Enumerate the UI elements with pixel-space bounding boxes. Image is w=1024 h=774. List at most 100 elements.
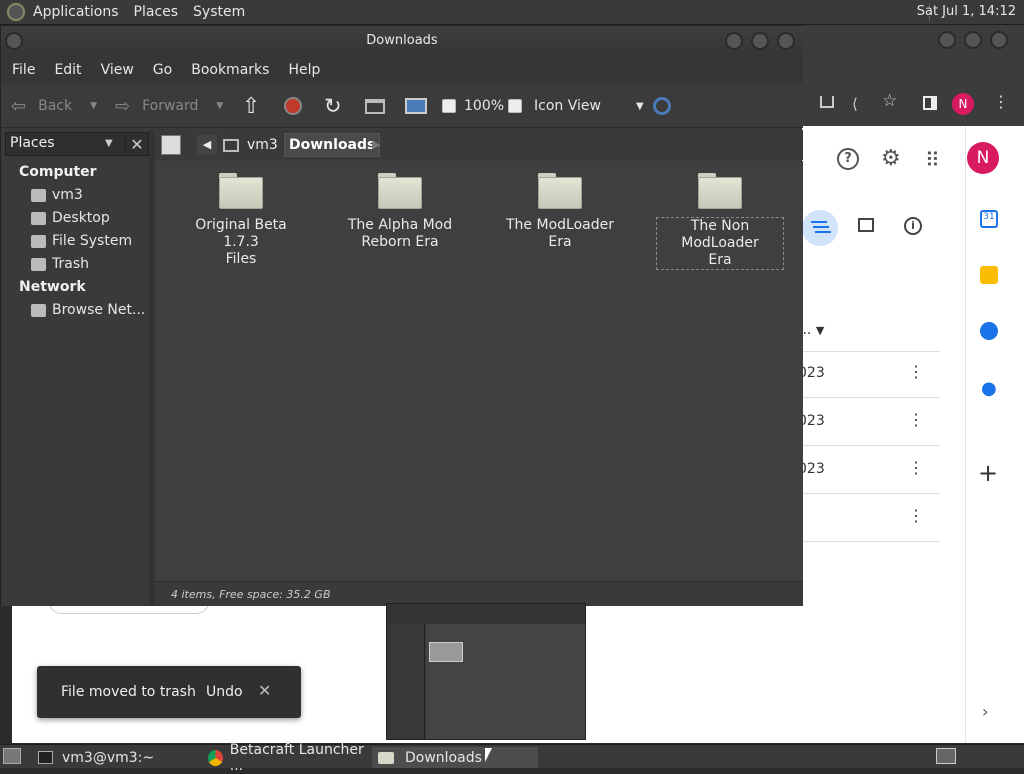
drive-icon xyxy=(31,234,46,248)
path-button-downloads[interactable]: Downloads xyxy=(284,133,381,157)
sidebar-item-label: File System xyxy=(52,233,133,249)
back-dropdown-icon[interactable]: ▼ xyxy=(90,101,97,111)
folder-item[interactable]: Original Beta 1.7.3 Files xyxy=(176,173,306,268)
row-menu-icon[interactable]: ⋮ xyxy=(908,458,924,477)
places-menu[interactable]: Places xyxy=(134,4,179,20)
filter-button[interactable] xyxy=(802,210,838,246)
keep-icon[interactable] xyxy=(980,266,998,284)
view-mode-dropdown-icon: ▼ xyxy=(635,100,644,112)
folder-name: Original Beta 1.7.3 xyxy=(195,217,287,250)
sidebar-heading-computer: Computer xyxy=(19,164,97,180)
taskbar-item-betacraft[interactable]: Betacraft Launcher ... xyxy=(202,742,370,774)
close-sidebar-icon[interactable]: ✕ xyxy=(125,132,149,156)
share-icon[interactable]: ⟨ xyxy=(852,95,858,113)
home-button[interactable] xyxy=(365,84,385,128)
show-desktop-icon[interactable] xyxy=(3,748,21,764)
stop-icon xyxy=(284,97,302,115)
row-menu-icon[interactable]: ⋮ xyxy=(908,506,924,525)
computer-icon xyxy=(405,98,427,114)
sidebar-item-label: Browse Net... xyxy=(52,302,146,318)
path-right-arrow-icon[interactable]: ▶ xyxy=(372,135,380,155)
zoom-in-button[interactable] xyxy=(508,84,522,128)
home-icon xyxy=(223,138,239,152)
menu-view[interactable]: View xyxy=(101,62,134,78)
clock[interactable]: Sat Jul 1, 14:12 xyxy=(917,4,1016,19)
sidebar-item-browse-network[interactable]: Browse Net... xyxy=(31,302,145,318)
sidepanel-icon[interactable] xyxy=(923,96,937,110)
calendar-icon[interactable]: 31 xyxy=(980,210,998,228)
minimize-icon[interactable] xyxy=(725,32,743,50)
tasks-icon[interactable] xyxy=(980,322,998,340)
menu-go[interactable]: Go xyxy=(153,62,172,78)
up-arrow-icon[interactable]: ⇧ xyxy=(242,84,260,128)
folder-name: The Alpha Mod xyxy=(347,217,453,233)
back-button[interactable]: ⇦ Back ▼ xyxy=(11,84,97,128)
star-icon[interactable]: ☆ xyxy=(882,91,897,111)
undo-button[interactable]: Undo xyxy=(206,684,243,700)
kebab-menu-icon[interactable]: ⋮ xyxy=(993,92,1009,111)
stop-button[interactable] xyxy=(284,84,302,128)
gnome-foot-icon[interactable] xyxy=(7,3,25,21)
window-titlebar[interactable]: Downloads xyxy=(1,26,803,56)
sidebar-heading-network: Network xyxy=(19,279,86,295)
snackbar: File moved to trash Undo ✕ xyxy=(37,666,301,718)
add-icon[interactable]: + xyxy=(978,459,998,487)
folder-name: The Non ModLoader xyxy=(681,218,759,251)
folder-item[interactable]: The Non ModLoader Era xyxy=(655,173,785,270)
chevron-right-icon[interactable]: › xyxy=(982,702,988,721)
apps-grid-icon[interactable]: ⠿ xyxy=(925,148,940,172)
folder-icon xyxy=(378,173,422,209)
sidebar-item-vm3[interactable]: vm3 xyxy=(31,187,83,203)
menu-bookmarks[interactable]: Bookmarks xyxy=(191,62,269,78)
row-menu-icon[interactable]: ⋮ xyxy=(908,410,924,429)
download-icon[interactable] xyxy=(820,96,834,108)
sidebar-item-desktop[interactable]: Desktop xyxy=(31,210,110,226)
view-mode-select[interactable]: Icon View ▼ xyxy=(534,84,644,128)
system-menu[interactable]: System xyxy=(193,4,245,20)
edit-location-icon[interactable] xyxy=(161,135,181,155)
sidebar-item-trash[interactable]: Trash xyxy=(31,256,89,272)
zoom-level[interactable]: 100% xyxy=(464,84,504,128)
sidebar-item-filesystem[interactable]: File System xyxy=(31,233,132,249)
dismiss-icon[interactable]: ✕ xyxy=(258,681,271,700)
taskbar-item-downloads[interactable]: Downloads xyxy=(372,747,538,768)
menu-edit[interactable]: Edit xyxy=(54,62,81,78)
folder-item[interactable]: The Alpha Mod Reborn Era xyxy=(335,173,465,251)
menu-file[interactable]: File xyxy=(12,62,35,78)
close-icon[interactable] xyxy=(777,32,795,50)
preview-toolbar xyxy=(387,604,585,624)
forward-dropdown-icon[interactable]: ▼ xyxy=(216,101,223,111)
path-left-arrow-icon[interactable]: ◀ xyxy=(197,135,217,155)
menu-help[interactable]: Help xyxy=(288,62,320,78)
taskbar-item-terminal[interactable]: vm3@vm3:~ xyxy=(32,747,200,768)
file-manager-window: Downloads File Edit View Go Bookmarks He… xyxy=(0,25,803,606)
zoom-out-button[interactable] xyxy=(442,84,456,128)
maximize-icon[interactable] xyxy=(751,32,769,50)
computer-button[interactable] xyxy=(405,84,427,128)
close-icon[interactable] xyxy=(990,31,1008,49)
profile-avatar[interactable]: N xyxy=(952,93,974,115)
search-button[interactable] xyxy=(653,84,671,128)
maximize-icon[interactable] xyxy=(964,31,982,49)
settings-gear-icon[interactable]: ⚙ xyxy=(881,146,901,171)
folder-icon xyxy=(538,173,582,209)
preview-sidebar xyxy=(387,624,425,739)
window-menu-icon[interactable] xyxy=(5,32,23,50)
account-avatar[interactable]: N xyxy=(967,142,999,174)
window-preview-thumbnail xyxy=(386,603,586,740)
reload-icon[interactable]: ↻ xyxy=(324,84,342,128)
zoom-in-icon xyxy=(508,99,522,113)
forward-button[interactable]: ⇨ Forward ▼ xyxy=(115,84,223,128)
icon-view[interactable]: Original Beta 1.7.3 Files The Alpha Mod … xyxy=(155,161,803,581)
folder-item[interactable]: The ModLoader Era xyxy=(495,173,625,251)
help-icon[interactable]: ? xyxy=(837,148,859,170)
applications-menu[interactable]: Applications xyxy=(33,4,119,20)
contacts-icon[interactable]: ● xyxy=(981,378,997,399)
info-icon[interactable]: i xyxy=(904,217,922,235)
sort-arrow-icon: ▼ xyxy=(815,324,825,337)
grid-view-icon[interactable] xyxy=(858,218,874,232)
row-menu-icon[interactable]: ⋮ xyxy=(908,362,924,381)
minimize-icon[interactable] xyxy=(938,31,956,49)
workspace-switcher-icon[interactable] xyxy=(936,748,956,764)
path-button-home[interactable]: vm3 xyxy=(223,135,278,155)
